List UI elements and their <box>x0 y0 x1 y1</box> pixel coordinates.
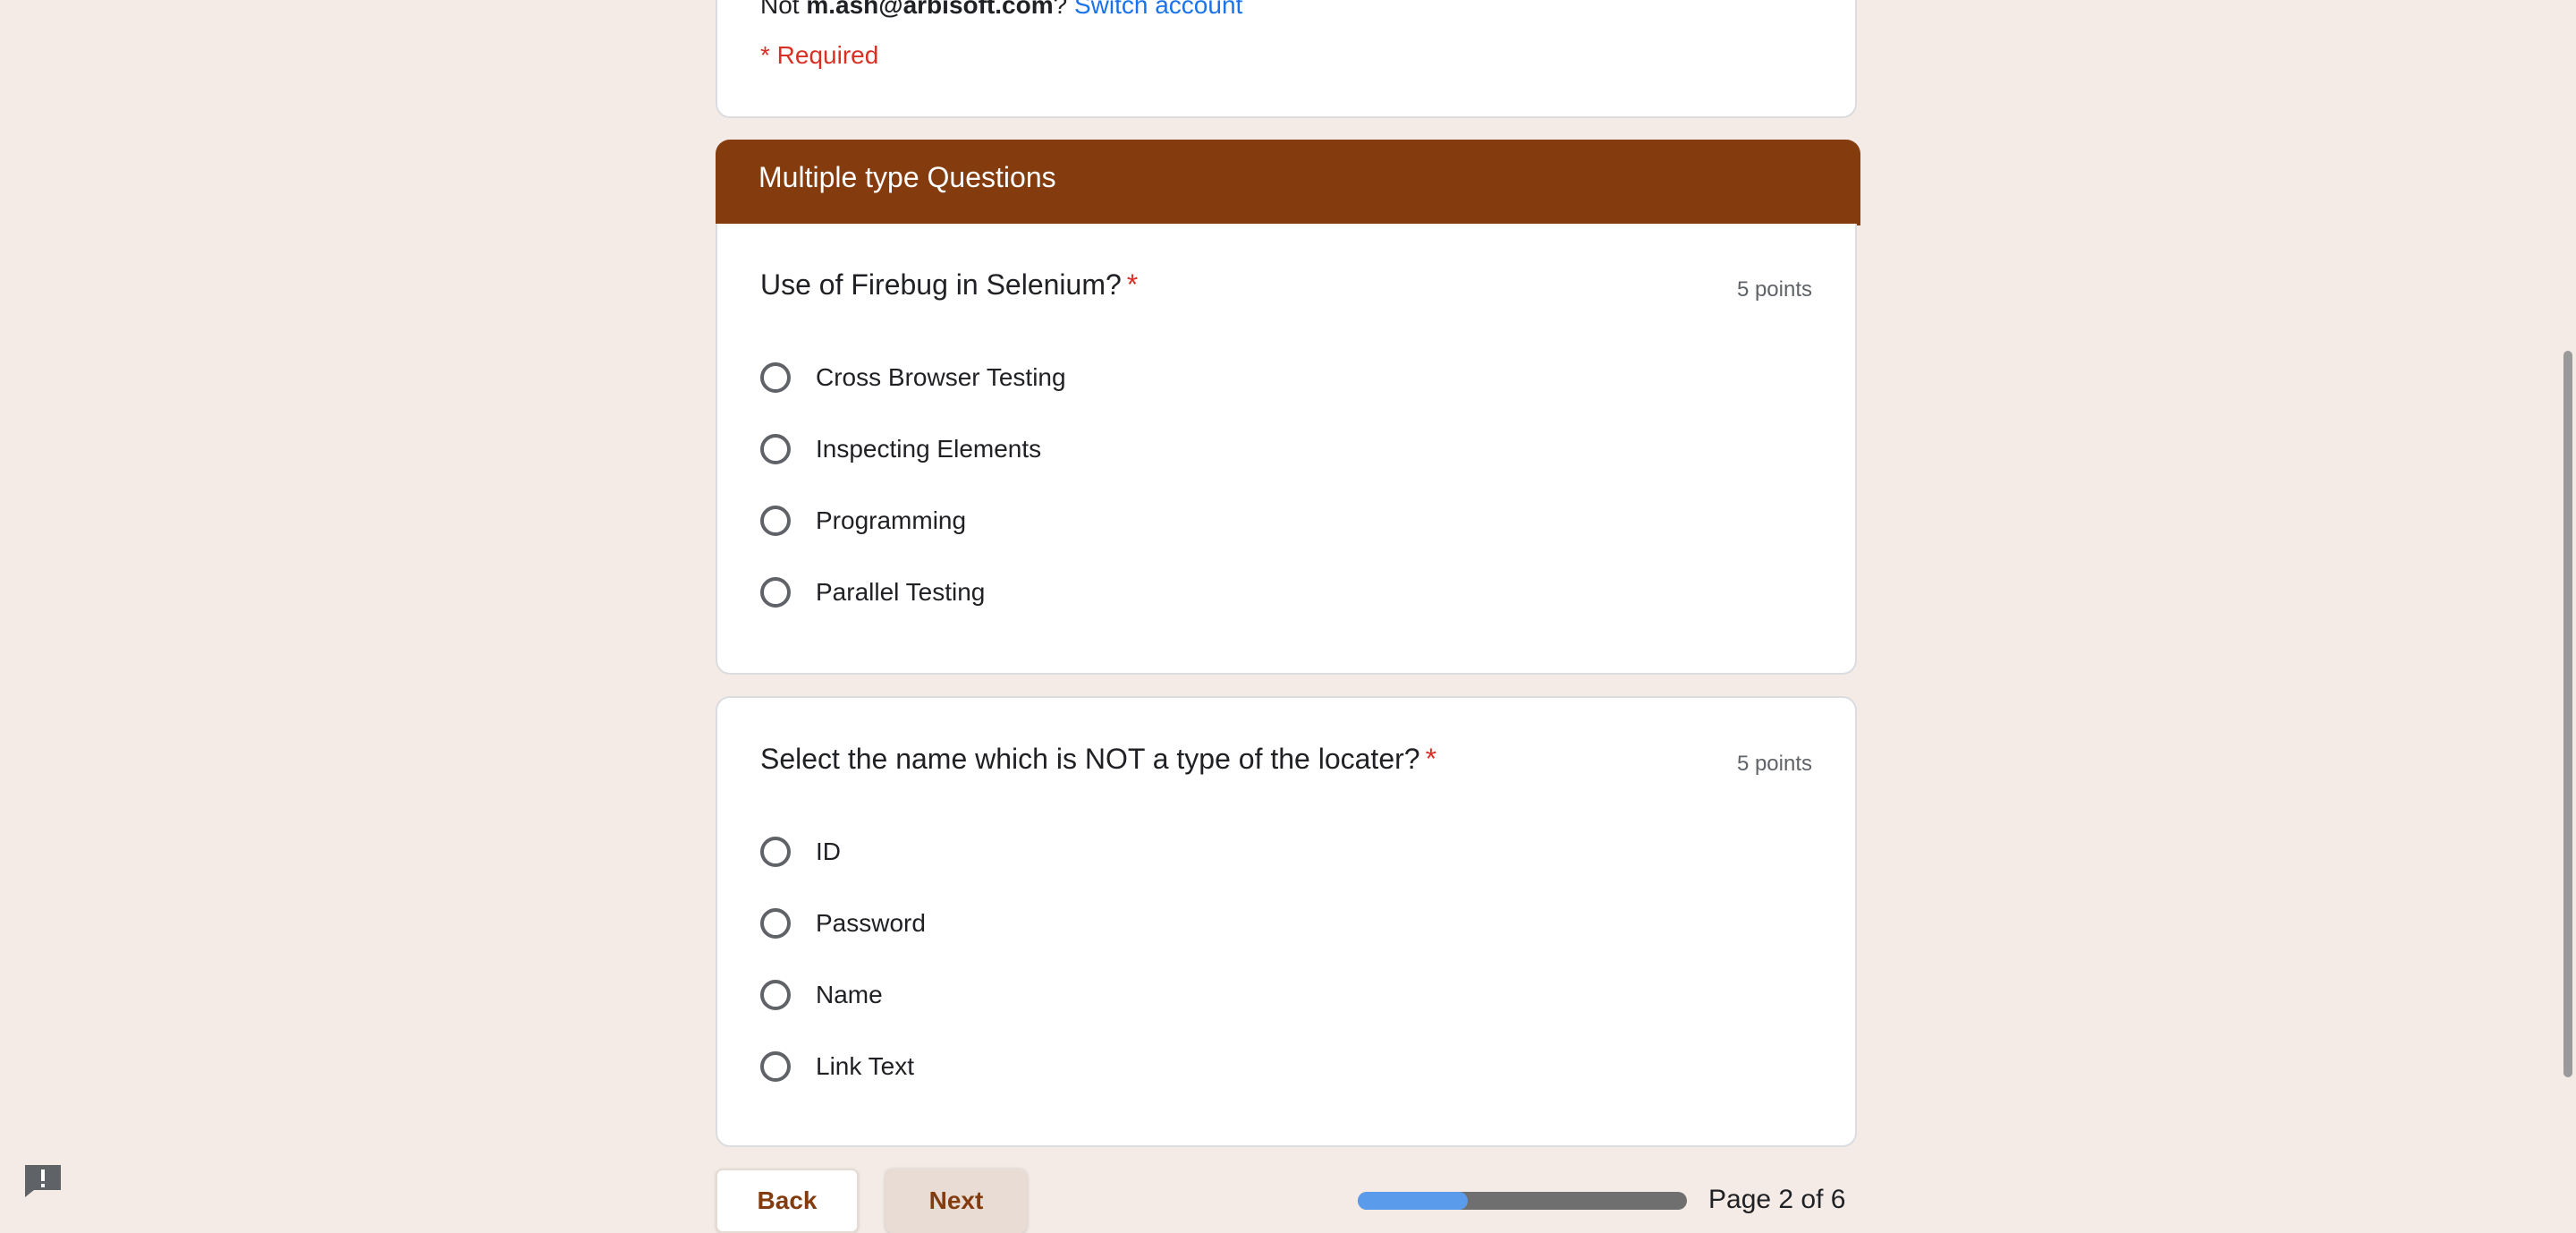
radio-option[interactable]: Name <box>760 975 883 1015</box>
radio-option[interactable]: Programming <box>760 501 966 540</box>
page-indicator: Page 2 of 6 <box>1708 1185 1846 1214</box>
progress-fill <box>1358 1192 1468 1210</box>
radio-option[interactable]: ID <box>760 832 841 872</box>
option-label: Cross Browser Testing <box>816 363 1066 391</box>
radio-option[interactable]: Cross Browser Testing <box>760 358 1066 397</box>
switch-account-link[interactable]: Switch account <box>1074 0 1242 19</box>
account-email: m.ash@arbisoft.com <box>806 0 1054 19</box>
option-label: Password <box>816 909 926 937</box>
radio-button[interactable] <box>760 362 791 393</box>
scrollbar[interactable] <box>2555 0 2576 1233</box>
radio-option[interactable]: Inspecting Elements <box>760 429 1041 469</box>
question-points: 5 points <box>1736 277 1812 302</box>
radio-option[interactable]: Parallel Testing <box>760 573 985 612</box>
radio-button[interactable] <box>760 577 791 608</box>
option-label: ID <box>816 838 841 865</box>
progress-bar <box>1358 1192 1687 1210</box>
scrollbar-thumb[interactable] <box>2563 351 2572 1077</box>
radio-button[interactable] <box>760 434 791 464</box>
question-card-2: Select the name which is NOT a type of t… <box>716 696 1857 1147</box>
required-asterisk: * <box>1126 268 1139 301</box>
radio-option[interactable]: Link Text <box>760 1047 914 1086</box>
option-label: Inspecting Elements <box>816 435 1042 463</box>
section-title: Multiple type Questions <box>758 161 1056 193</box>
form-header-card: Not m.ash@arbisoft.com? Switch account *… <box>716 0 1857 118</box>
radio-button[interactable] <box>760 837 791 867</box>
required-asterisk: * <box>1425 743 1437 775</box>
question-title: Use of Firebug in Selenium? * <box>760 268 1138 302</box>
radio-button[interactable] <box>760 506 791 536</box>
report-issue-icon[interactable] <box>23 1163 63 1199</box>
account-line: Not m.ash@arbisoft.com? Switch account <box>760 0 1242 20</box>
question-title: Select the name which is NOT a type of t… <box>760 743 1436 776</box>
question-card-1: Use of Firebug in Selenium? * 5 points Cr… <box>716 224 1857 675</box>
radio-button[interactable] <box>760 1051 791 1082</box>
radio-button[interactable] <box>760 980 791 1010</box>
radio-option[interactable]: Password <box>760 904 926 943</box>
account-suffix: ? <box>1053 0 1074 19</box>
option-label: Name <box>816 981 883 1008</box>
option-label: Programming <box>816 506 967 534</box>
required-note: * Required <box>760 41 879 69</box>
question-points: 5 points <box>1736 752 1812 776</box>
account-prefix: Not <box>760 0 807 19</box>
option-label: Parallel Testing <box>816 578 986 606</box>
option-label: Link Text <box>816 1052 914 1080</box>
radio-button[interactable] <box>760 908 791 939</box>
back-button[interactable]: Back <box>716 1169 859 1233</box>
section-header: Multiple type Questions <box>716 140 1860 225</box>
next-button[interactable]: Next <box>886 1169 1027 1233</box>
question-text: Use of Firebug in Selenium? <box>760 268 1122 301</box>
question-text: Select the name which is NOT a type of t… <box>760 743 1420 775</box>
